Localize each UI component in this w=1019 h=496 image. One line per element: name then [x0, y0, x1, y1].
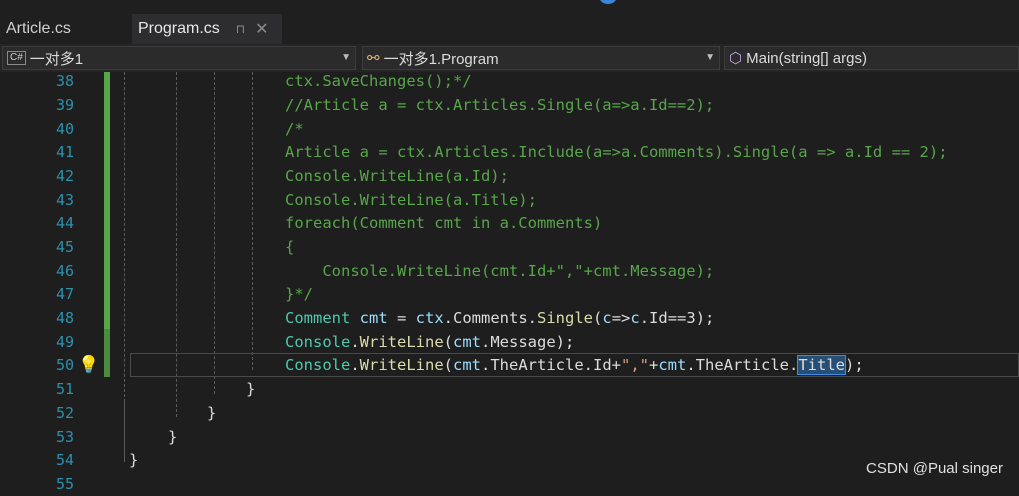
token: WriteLine — [359, 356, 444, 374]
project-name: 一对多1 — [29, 50, 84, 68]
pin-icon[interactable]: ⊓ — [236, 22, 245, 36]
code-line-38: ctx.SaveChanges();*/ — [285, 72, 472, 90]
class-dropdown[interactable]: ⚯ 一对多1.Program ▼ — [362, 46, 720, 70]
line-number: 49 — [55, 333, 74, 351]
token: cmt — [658, 356, 687, 374]
code-line-41: Article a = ctx.Articles.Include(a=>a.Co… — [285, 143, 948, 161]
line-number: 42 — [55, 167, 74, 185]
code-line-47: }*/ — [285, 285, 313, 303]
navigation-bar: C# 一对多1 ▼ ⚯ 一对多1.Program ▼ ⬡ Main(string… — [0, 44, 1019, 73]
change-indicator — [104, 72, 110, 329]
tab-label: Article.cs — [6, 20, 71, 37]
code-line-44: foreach(Comment cmt in a.Comments) — [285, 214, 603, 232]
change-indicator — [104, 329, 110, 377]
class-icon: ⚯ — [367, 50, 380, 67]
code-editor[interactable]: 38 39 40 41 42 43 44 45 46 47 48 49 50 51 52 53 54 55 💡 c… — [0, 72, 1019, 493]
token: => — [611, 309, 631, 327]
code-line-43: Console.WriteLine(a.Title); — [285, 191, 537, 209]
token: cmt — [359, 309, 388, 327]
method-dropdown[interactable]: ⬡ Main(string[] args) — [724, 46, 1019, 70]
token: cmt — [453, 333, 482, 351]
indent-guide — [124, 402, 125, 462]
token: "," — [621, 356, 649, 374]
line-number: 51 — [55, 380, 74, 398]
token: .TheArticle. — [686, 356, 799, 374]
token: ( — [443, 333, 454, 351]
token: = — [387, 309, 416, 327]
token: + — [649, 356, 659, 374]
code-line-42: Console.WriteLine(a.Id); — [285, 167, 509, 185]
token: .Message); — [481, 333, 575, 351]
project-dropdown[interactable]: C# 一对多1 ▼ — [2, 46, 356, 70]
token: c — [602, 309, 612, 327]
token: .Id==3); — [639, 309, 715, 327]
method-name: Main(string[] args) — [746, 49, 867, 67]
token: .Comments. — [443, 309, 537, 327]
code-line-46: Console.WriteLine(cmt.Id+","+cmt.Message… — [285, 262, 715, 280]
tab-bar: Article.cs Program.cs ⊓ ✕ — [0, 0, 1019, 44]
code-line-48: Comment cmt = ctx.Comments.Single(c=>c.I… — [285, 306, 714, 330]
method-icon: ⬡ — [729, 50, 743, 67]
line-number: 38 — [55, 72, 74, 90]
selected-word[interactable]: Title — [797, 355, 846, 375]
token: Comment — [285, 309, 351, 327]
indent-guide — [124, 72, 125, 402]
line-number: 43 — [55, 191, 74, 209]
token: . — [350, 356, 360, 374]
code-line-51: } — [246, 380, 256, 398]
code-line-54: } — [129, 451, 139, 469]
line-number: 45 — [55, 238, 74, 256]
code-line-39: //Article a = ctx.Articles.Single(a=>a.I… — [285, 96, 715, 114]
chevron-down-icon: ▼ — [705, 52, 715, 63]
line-number-gutter: 38 39 40 41 42 43 44 45 46 47 48 49 50 51 52 53 54 55 — [0, 72, 100, 493]
line-number: 48 — [55, 309, 74, 327]
line-number: 55 — [55, 475, 74, 493]
token: . — [350, 333, 360, 351]
lightbulb-icon[interactable]: 💡 — [78, 353, 99, 377]
watermark: CSDN @Pual singer — [866, 460, 1003, 477]
class-name: 一对多1.Program — [383, 50, 499, 68]
code-line-49: Console.WriteLine(cmt.Message); — [285, 330, 574, 354]
token: Console — [285, 333, 351, 351]
close-icon[interactable]: ✕ — [255, 19, 268, 39]
line-number: 53 — [55, 428, 74, 446]
code-line-53: } — [168, 428, 178, 446]
token: ( — [593, 309, 603, 327]
indent-guide — [214, 72, 215, 394]
token: c — [630, 309, 640, 327]
line-number: 52 — [55, 404, 74, 422]
token: WriteLine — [359, 333, 444, 351]
token: ctx — [415, 309, 444, 327]
code-line-45: { — [285, 238, 295, 256]
indent-guide — [252, 72, 253, 370]
token: Single — [537, 309, 593, 327]
line-number: 54 — [55, 451, 74, 469]
notification-dot — [598, 0, 618, 4]
line-number: 47 — [55, 285, 74, 303]
csharp-icon: C# — [7, 51, 26, 65]
tab-article-cs[interactable]: Article.cs — [0, 14, 130, 44]
line-number: 39 — [55, 96, 74, 114]
line-number: 40 — [55, 120, 74, 138]
token: .TheArticle.Id+ — [481, 356, 621, 374]
line-number: 41 — [55, 143, 74, 161]
code-line-50[interactable]: Console.WriteLine(cmt.TheArticle.Id+","+… — [285, 353, 864, 377]
token: ); — [845, 356, 864, 374]
token: ( — [443, 356, 454, 374]
line-number: 50 — [55, 356, 74, 374]
tab-label: Program.cs — [138, 20, 220, 37]
code-line-40: /* — [285, 120, 304, 138]
chevron-down-icon: ▼ — [341, 52, 351, 63]
token: Console — [285, 356, 351, 374]
line-number: 46 — [55, 262, 74, 280]
tab-program-cs[interactable]: Program.cs ⊓ ✕ — [132, 14, 282, 44]
line-number: 44 — [55, 214, 74, 232]
token: cmt — [453, 356, 482, 374]
code-line-52: } — [207, 404, 217, 422]
